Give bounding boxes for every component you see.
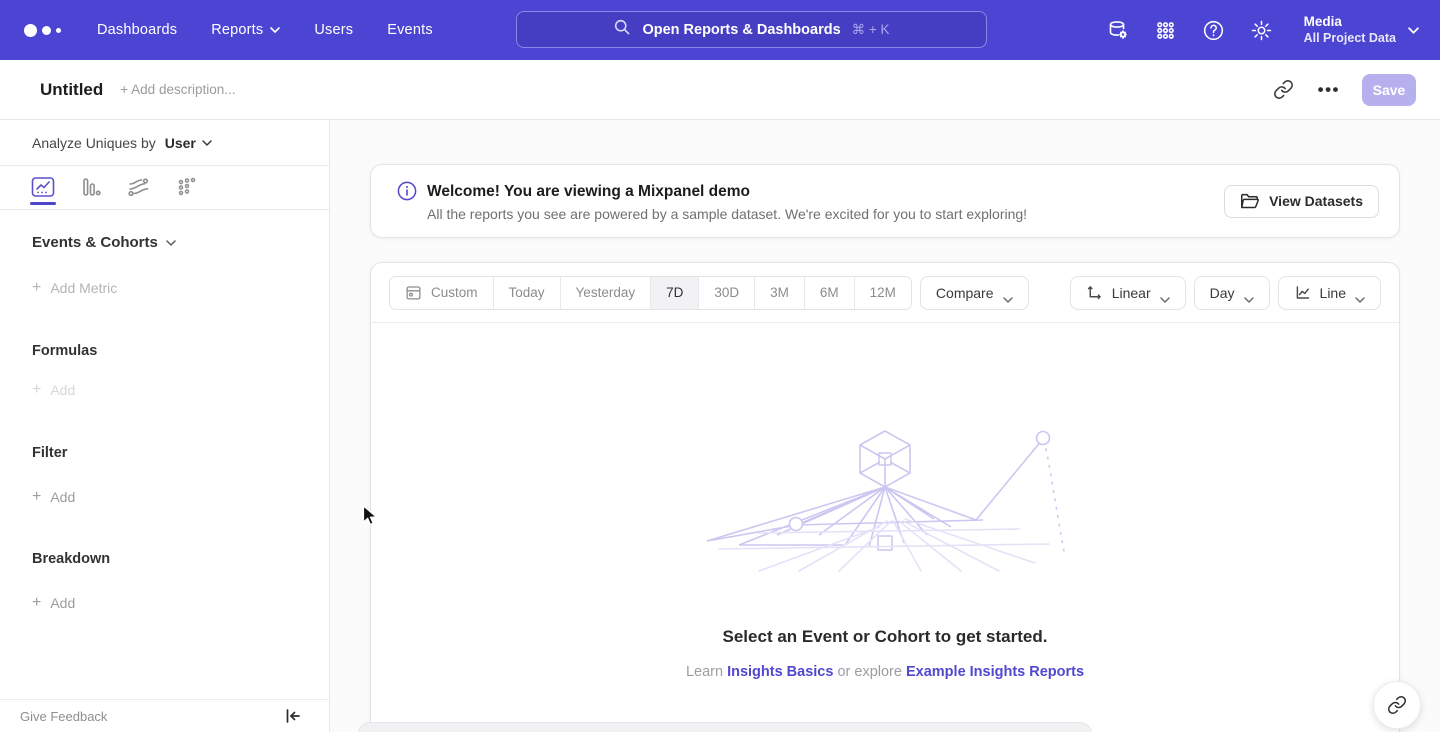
report-title[interactable]: Untitled <box>40 80 103 100</box>
share-link-fab[interactable] <box>1373 681 1421 729</box>
project-selector[interactable]: Media All Project Data <box>1304 13 1418 47</box>
plus-icon: + <box>32 279 41 297</box>
add-metric-button[interactable]: + Add Metric <box>32 279 297 297</box>
empty-state-illustration <box>699 423 1071 573</box>
give-feedback-link[interactable]: Give Feedback <box>20 709 107 724</box>
query-builder-sidebar: Analyze Uniques by User Events & Cohorts… <box>0 120 330 732</box>
chevron-down-icon <box>1244 290 1254 296</box>
help-icon[interactable] <box>1202 18 1226 42</box>
plus-icon: + <box>32 381 41 399</box>
date-range-12m[interactable]: 12M <box>854 277 911 309</box>
more-options-button[interactable]: ••• <box>1318 80 1340 100</box>
info-icon <box>397 181 417 201</box>
nav-item-events[interactable]: Events <box>370 0 450 60</box>
axis-icon <box>1086 284 1103 301</box>
add-breakdown-button[interactable]: + Add <box>32 594 297 612</box>
date-range-30d[interactable]: 30D <box>698 277 754 309</box>
example-reports-link[interactable]: Example Insights Reports <box>906 664 1084 680</box>
selected-tab-indicator <box>30 202 56 205</box>
report-card: Custom Today Yesterday 7D 30D 3M 6M 12M … <box>370 262 1400 732</box>
analyze-by-dropdown[interactable]: User <box>165 135 212 151</box>
nav-menu: Dashboards Reports Users Events <box>80 0 450 60</box>
formulas-header: Formulas <box>32 343 297 359</box>
calendar-icon <box>405 284 422 301</box>
chevron-down-icon <box>202 140 212 146</box>
plus-icon: + <box>32 488 41 506</box>
breakdown-header: Breakdown <box>32 551 297 567</box>
copy-link-icon[interactable] <box>1272 78 1296 102</box>
empty-state-subtitle: Learn Insights Basics or explore Example… <box>686 664 1084 680</box>
chevron-down-icon <box>1160 290 1170 296</box>
top-nav: Dashboards Reports Users Events Open Rep… <box>0 0 1440 60</box>
empty-state-title: Select an Event or Cohort to get started… <box>723 627 1048 647</box>
mixpanel-logo-icon[interactable] <box>24 24 68 37</box>
nav-right: Media All Project Data <box>1106 0 1418 60</box>
analyze-label: Analyze Uniques by <box>32 135 156 151</box>
banner-subtitle: All the reports you see are powered by a… <box>427 206 1224 222</box>
search-shortcut: ⌘ + K <box>852 22 890 38</box>
report-header: Untitled + Add description... ••• Save <box>0 60 1440 120</box>
date-range-yesterday[interactable]: Yesterday <box>560 277 651 309</box>
nav-item-reports[interactable]: Reports <box>194 0 297 60</box>
link-icon <box>1387 695 1407 715</box>
add-formula-button[interactable]: + Add <box>32 381 297 399</box>
search-placeholder: Open Reports & Dashboards <box>642 22 840 38</box>
chevron-down-icon <box>166 240 176 246</box>
date-range-3m[interactable]: 3M <box>754 277 804 309</box>
filter-header: Filter <box>32 445 297 461</box>
events-cohorts-header[interactable]: Events & Cohorts <box>32 234 297 251</box>
empty-state: Select an Event or Cohort to get started… <box>371 323 1399 680</box>
report-controls: Custom Today Yesterday 7D 30D 3M 6M 12M … <box>371 263 1399 323</box>
save-button[interactable]: Save <box>1362 74 1416 106</box>
chevron-down-icon <box>1408 27 1418 33</box>
tab-bar-chart[interactable] <box>78 174 104 200</box>
data-management-icon[interactable] <box>1106 18 1130 42</box>
sidebar-footer: Give Feedback <box>0 699 329 732</box>
chevron-down-icon <box>1003 290 1013 296</box>
date-range-custom[interactable]: Custom <box>390 277 493 309</box>
demo-banner: Welcome! You are viewing a Mixpanel demo… <box>370 164 1400 238</box>
line-chart-icon <box>1294 284 1311 301</box>
view-datasets-button[interactable]: View Datasets <box>1224 185 1379 218</box>
global-search[interactable]: Open Reports & Dashboards ⌘ + K <box>516 11 987 48</box>
project-name: Media <box>1304 13 1396 30</box>
chevron-down-icon <box>1355 290 1365 296</box>
chevron-down-icon <box>270 27 280 33</box>
settings-gear-icon[interactable] <box>1250 18 1274 42</box>
tab-flows[interactable] <box>126 174 152 200</box>
date-range-today[interactable]: Today <box>493 277 560 309</box>
scale-dropdown[interactable]: Linear <box>1070 276 1186 310</box>
nav-item-dashboards[interactable]: Dashboards <box>80 0 194 60</box>
tab-line-chart[interactable] <box>30 174 56 200</box>
add-filter-button[interactable]: + Add <box>32 488 297 506</box>
search-icon <box>613 18 631 41</box>
insights-basics-link[interactable]: Insights Basics <box>727 664 833 680</box>
nav-item-users[interactable]: Users <box>297 0 370 60</box>
folder-icon <box>1240 193 1259 210</box>
bottom-sheet-edge[interactable] <box>358 722 1092 732</box>
date-range-7d[interactable]: 7D <box>650 277 698 309</box>
compare-dropdown[interactable]: Compare <box>920 276 1029 310</box>
main-content: Welcome! You are viewing a Mixpanel demo… <box>330 120 1440 732</box>
tab-scatter[interactable] <box>174 174 200 200</box>
chart-type-tabs <box>0 166 329 209</box>
analyze-uniques-row: Analyze Uniques by User <box>0 120 329 165</box>
chart-style-dropdown[interactable]: Line <box>1278 276 1381 310</box>
banner-title: Welcome! You are viewing a Mixpanel demo <box>427 183 1224 201</box>
date-range-6m[interactable]: 6M <box>804 277 854 309</box>
date-range-picker: Custom Today Yesterday 7D 30D 3M 6M 12M <box>389 276 912 310</box>
collapse-sidebar-icon[interactable] <box>285 709 301 723</box>
query-sections: Events & Cohorts + Add Metric Formulas +… <box>0 210 329 699</box>
apps-grid-icon[interactable] <box>1154 18 1178 42</box>
interval-dropdown[interactable]: Day <box>1194 276 1270 310</box>
add-description-field[interactable]: + Add description... <box>120 82 235 97</box>
project-scope: All Project Data <box>1304 30 1396 47</box>
plus-icon: + <box>32 594 41 612</box>
